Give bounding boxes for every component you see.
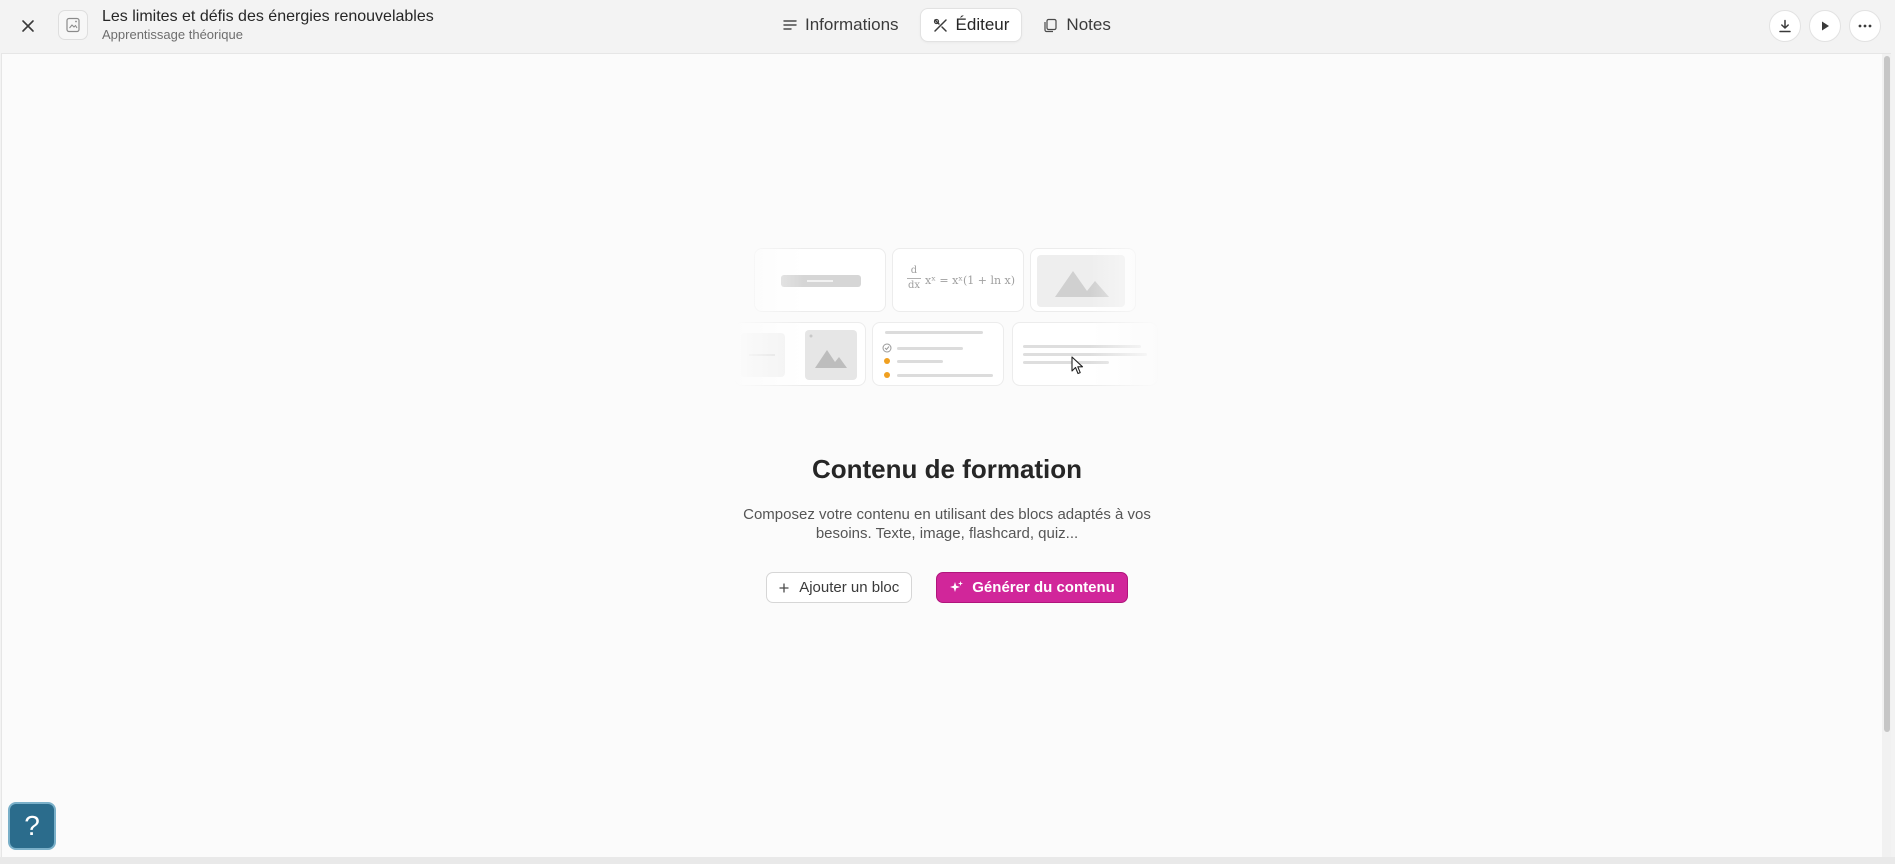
formula-text: xˣ = xˣ(1 + ln x)	[925, 274, 1016, 287]
empty-state-description: Composez votre contenu en utilisant des …	[742, 505, 1152, 543]
download-icon	[1779, 19, 1791, 33]
view-tabs: Informations Éditeur Notes	[770, 8, 1124, 42]
vertical-scrollbar[interactable]	[1882, 54, 1891, 858]
pages-icon	[1044, 18, 1058, 32]
add-block-label: Ajouter un bloc	[799, 579, 900, 596]
generate-content-label: Générer du contenu	[972, 579, 1115, 596]
description-line: besoins. Texte, image, flashcard, quiz..…	[815, 525, 1079, 542]
tab-notes-label: Notes	[1066, 15, 1111, 34]
document-type-icon	[58, 10, 88, 40]
mouse-cursor-icon	[1071, 356, 1084, 375]
formula-denominator: dx	[907, 280, 921, 291]
top-bar: Les limites et défis des énergies renouv…	[0, 0, 1895, 53]
quiz-block-preview	[872, 322, 1004, 386]
more-icon	[1858, 24, 1872, 28]
quiz-option-icon	[884, 372, 890, 378]
sparkles-icon	[950, 581, 964, 592]
empty-state-title: Contenu de formation	[811, 454, 1083, 484]
download-button[interactable]	[1769, 10, 1801, 42]
tab-informations[interactable]: Informations	[770, 8, 912, 42]
empty-state-actions: Ajouter un bloc Générer du contenu	[2, 572, 1892, 603]
title-block: Les limites et défis des énergies renouv…	[102, 8, 434, 43]
header-actions	[1769, 10, 1881, 42]
tab-editeur[interactable]: Éditeur	[919, 8, 1023, 42]
add-block-button[interactable]: Ajouter un bloc	[766, 572, 913, 603]
formula-block-preview: d dx xˣ = xˣ(1 + ln x)	[892, 248, 1024, 312]
lines-icon	[783, 20, 797, 30]
blocks-illustration: d dx xˣ = xˣ(1 + ln x)	[734, 192, 1160, 392]
more-options-button[interactable]	[1849, 10, 1881, 42]
editor-canvas[interactable]: d dx xˣ = xˣ(1 + ln x) Contenu de format…	[1, 53, 1892, 858]
play-button[interactable]	[1809, 10, 1841, 42]
document-subtitle: Apprentissage théorique	[102, 27, 243, 42]
tab-informations-label: Informations	[805, 15, 899, 34]
play-icon	[1822, 21, 1829, 31]
document-title: Les limites et défis des énergies renouv…	[102, 8, 434, 25]
plus-icon	[779, 582, 789, 593]
close-button[interactable]	[14, 12, 42, 40]
image-document-icon	[66, 17, 80, 33]
illustration-fade-left	[734, 192, 804, 392]
help-button[interactable]: ?	[8, 802, 56, 850]
generate-content-button[interactable]: Générer du contenu	[936, 572, 1128, 603]
bottom-edge	[0, 857, 1895, 864]
description-line: Composez votre contenu en utilisant des …	[743, 506, 1151, 523]
tab-notes[interactable]: Notes	[1030, 8, 1123, 42]
mountain-small-icon	[809, 334, 847, 368]
formula-numerator: d	[910, 265, 918, 276]
tools-icon	[933, 18, 947, 32]
check-circle-icon	[882, 343, 892, 353]
tab-editeur-label: Éditeur	[955, 15, 1010, 34]
close-icon	[22, 20, 34, 32]
quiz-option-icon	[884, 358, 890, 364]
scrollbar-thumb[interactable]	[1884, 56, 1890, 732]
illustration-fade-right	[1090, 192, 1160, 392]
